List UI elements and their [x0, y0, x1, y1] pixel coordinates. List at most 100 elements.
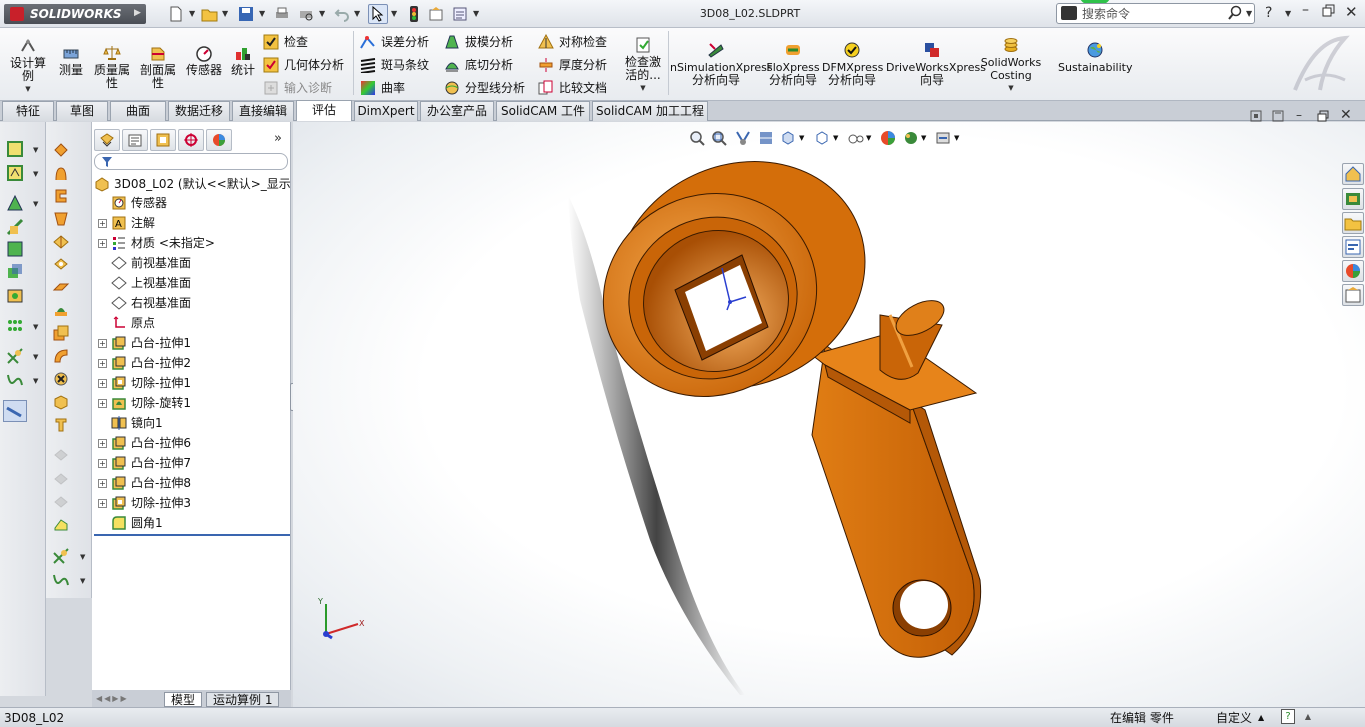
- sketch-icon[interactable]: [6, 140, 24, 158]
- tab-solidcam-machining[interactable]: SolidCAM 加工工程: [592, 101, 708, 121]
- tab-surfaces[interactable]: 曲面: [110, 101, 166, 121]
- zebra-stripes-button[interactable]: 斑马条纹: [360, 57, 429, 73]
- linear-pattern-icon[interactable]: [52, 393, 70, 411]
- curves-2-icon[interactable]: [52, 571, 70, 589]
- select-dropdown-arrow-icon[interactable]: ▼: [391, 9, 397, 18]
- tree-root-part[interactable]: 3D08_L02 (默认<<默认>_显示: [94, 174, 291, 194]
- expand-toggle-icon[interactable]: +: [98, 458, 107, 468]
- draft-analysis-button[interactable]: 拔模分析: [444, 34, 513, 50]
- expand-toggle-icon[interactable]: +: [98, 358, 107, 368]
- view-orientation-icon[interactable]: [780, 130, 796, 146]
- expand-toggle-icon[interactable]: +: [98, 478, 107, 488]
- design-study-button[interactable]: 设计算例 ▼: [6, 37, 50, 96]
- check-active-document-button[interactable]: 检查激活的... ▼: [622, 36, 664, 95]
- statistics-button[interactable]: 统计: [228, 44, 258, 77]
- open-dropdown-arrow-icon[interactable]: ▼: [222, 9, 228, 18]
- reference-geometry-icon[interactable]: [6, 347, 24, 365]
- circle-icon[interactable]: [6, 262, 24, 280]
- floxpress-wizard-button[interactable]: FloXpress 分析向导: [766, 41, 820, 87]
- print-preview-icon[interactable]: [296, 4, 316, 24]
- zoom-to-fit-icon[interactable]: [689, 130, 705, 146]
- revolved-boss-icon[interactable]: [52, 164, 70, 182]
- feature-tree-filter-input[interactable]: [94, 153, 288, 170]
- arc-icon[interactable]: [6, 286, 24, 304]
- tab-motion-study-1[interactable]: 运动算例 1: [206, 692, 280, 707]
- curvature-button[interactable]: 曲率: [360, 80, 405, 96]
- dfmxpress-wizard-button[interactable]: DFMXpress 分析向导: [822, 41, 883, 87]
- revolved-cut-icon[interactable]: [52, 302, 70, 320]
- logo-menu-arrow-icon[interactable]: ▶: [134, 8, 141, 18]
- extruded-boss-icon[interactable]: [52, 140, 70, 158]
- reference-geometry-2-icon[interactable]: [52, 547, 70, 565]
- print-dropdown-arrow-icon[interactable]: ▼: [319, 9, 325, 18]
- tree-item[interactable]: + 切除-拉伸3: [98, 493, 191, 513]
- status-help-icon[interactable]: ?: [1281, 709, 1295, 724]
- tree-item[interactable]: + 凸台-拉伸1: [98, 333, 191, 353]
- 3d-sketch-dropdown-arrow-icon[interactable]: ▼: [33, 170, 38, 178]
- doc-tile-icon[interactable]: [1250, 110, 1262, 125]
- minimize-window-icon[interactable]: –: [1302, 2, 1309, 18]
- view-orientation-dropdown-arrow-icon[interactable]: ▼: [799, 134, 804, 142]
- display-style-icon[interactable]: [814, 130, 830, 146]
- tree-item[interactable]: + 切除-拉伸1: [98, 373, 191, 393]
- driveworksxpress-wizard-button[interactable]: DriveWorksXpress 向导: [886, 41, 986, 87]
- doc-close-icon[interactable]: ✕: [1340, 107, 1352, 123]
- fillet-icon[interactable]: [52, 370, 70, 388]
- appearances-tab[interactable]: [1342, 260, 1364, 282]
- tab-direct-editing[interactable]: 直接编辑: [232, 101, 294, 121]
- tree-item[interactable]: 前视基准面: [98, 253, 191, 273]
- thickness-analysis-button[interactable]: 厚度分析: [538, 57, 607, 73]
- dimension-dropdown-arrow-icon[interactable]: ▼: [33, 200, 38, 208]
- status-dropdown-arrow-icon[interactable]: ▲: [1300, 709, 1316, 725]
- expand-toggle-icon[interactable]: +: [98, 498, 107, 508]
- options-dropdown-arrow-icon[interactable]: ▼: [473, 9, 479, 18]
- file-explorer-tab[interactable]: [1342, 212, 1364, 234]
- swept-cut-icon[interactable]: [52, 324, 70, 342]
- tab-dimxpert[interactable]: DimXpert: [354, 101, 418, 121]
- display-manager-tab[interactable]: [206, 129, 232, 151]
- tree-item[interactable]: 圆角1: [98, 513, 163, 533]
- solidworks-resources-tab[interactable]: [1342, 163, 1364, 185]
- select-pointer-icon[interactable]: [368, 4, 388, 24]
- new-dropdown-arrow-icon[interactable]: ▼: [189, 9, 195, 18]
- previous-view-icon[interactable]: [735, 130, 751, 146]
- help-dropdown-arrow-icon[interactable]: ▼: [1285, 9, 1291, 18]
- view-settings-icon[interactable]: [935, 130, 951, 146]
- property-manager-tab[interactable]: [122, 129, 148, 151]
- tree-item[interactable]: + 凸台-拉伸7: [98, 453, 191, 473]
- tree-item[interactable]: + 凸台-拉伸2: [98, 353, 191, 373]
- smart-dimension-icon[interactable]: [6, 194, 24, 212]
- tree-item[interactable]: 上视基准面: [98, 273, 191, 293]
- deviation-analysis-button[interactable]: 误差分析: [360, 34, 429, 50]
- scene-dropdown-arrow-icon[interactable]: ▼: [921, 134, 926, 142]
- mass-properties-button[interactable]: 质量属性: [92, 44, 132, 90]
- edit-appearance-icon[interactable]: [880, 130, 896, 146]
- design-study-dropdown-arrow-icon[interactable]: ▼: [6, 83, 50, 96]
- costing-dropdown-arrow-icon[interactable]: ▼: [980, 82, 1042, 95]
- tab-model[interactable]: 模型: [164, 692, 203, 707]
- tab-sketch[interactable]: 草图: [56, 101, 108, 121]
- custom-properties-tab[interactable]: [1342, 284, 1364, 306]
- doc-restore-icon[interactable]: [1317, 110, 1329, 125]
- boundary-boss-icon[interactable]: [52, 233, 70, 251]
- check-active-dropdown-arrow-icon[interactable]: ▼: [622, 82, 664, 95]
- undo-dropdown-arrow-icon[interactable]: ▼: [354, 9, 360, 18]
- hole-wizard-icon[interactable]: [52, 278, 70, 296]
- extruded-cut-icon[interactable]: [52, 255, 70, 273]
- curves-2-dropdown-arrow-icon[interactable]: ▼: [80, 577, 85, 585]
- lofted-boss-icon[interactable]: [52, 210, 70, 228]
- rectangle-icon[interactable]: [6, 240, 24, 258]
- line-icon[interactable]: [6, 218, 24, 236]
- parting-line-analysis-button[interactable]: 分型线分析: [444, 80, 525, 96]
- sustainability-button[interactable]: Sustainability: [1058, 41, 1132, 74]
- open-folder-icon[interactable]: [200, 4, 220, 24]
- feature-manager-tab[interactable]: [94, 129, 120, 151]
- swept-boss-icon[interactable]: [52, 187, 70, 205]
- doc-cascade-icon[interactable]: [1272, 110, 1284, 125]
- tree-item[interactable]: 镜向1: [98, 413, 163, 433]
- doc-minimize-icon[interactable]: –: [1296, 108, 1302, 122]
- compare-documents-button[interactable]: 比较文档: [538, 80, 607, 96]
- lofted-cut-icon[interactable]: [52, 347, 70, 365]
- rebuild-traffic-light-icon[interactable]: [404, 4, 424, 24]
- configuration-manager-tab[interactable]: [150, 129, 176, 151]
